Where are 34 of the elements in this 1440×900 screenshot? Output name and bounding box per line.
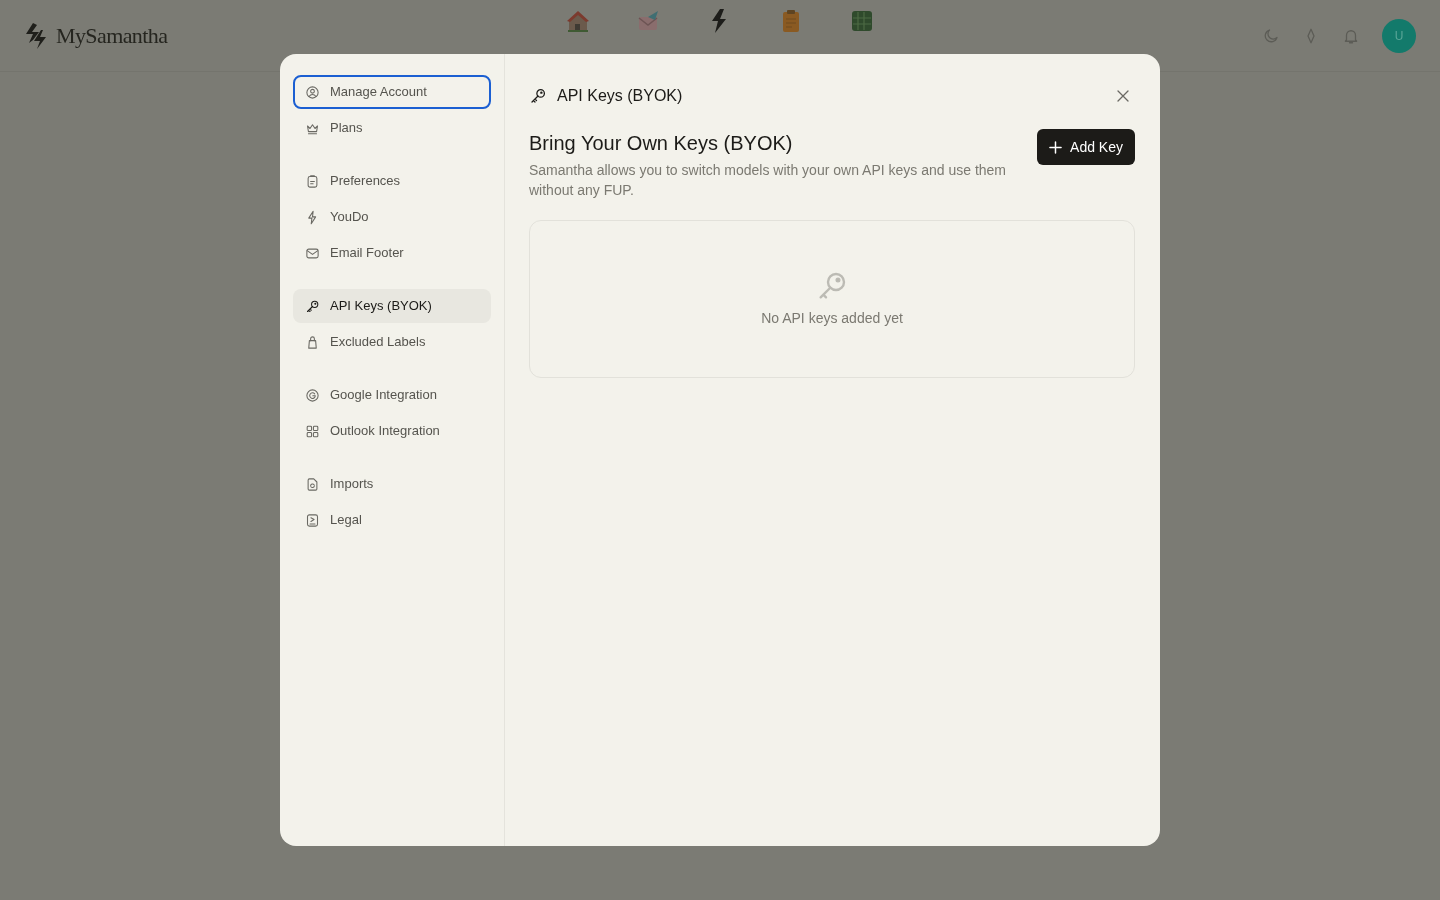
user-circle-icon <box>305 84 320 100</box>
empty-state-text: No API keys added yet <box>761 309 903 328</box>
key-icon <box>816 270 848 302</box>
sidebar-item[interactable]: Excluded Labels <box>293 325 491 359</box>
house-icon <box>565 8 591 34</box>
sidebar-item[interactable]: API Keys (BYOK) <box>293 289 491 323</box>
sidebar-item[interactable]: Legal <box>293 503 491 537</box>
sidebar-item[interactable]: Manage Account <box>293 75 491 109</box>
envelope-icon <box>305 245 320 261</box>
circled-g-icon <box>305 387 320 403</box>
sidebar-item[interactable]: Google Integration <box>293 378 491 412</box>
grid-board-icon <box>849 8 875 34</box>
section-description: Samantha allows you to switch models with your own API keys and use them without any FUP. <box>529 161 1007 200</box>
clipboard-icon <box>305 173 320 189</box>
sidebar-item[interactable]: Email Footer <box>293 236 491 270</box>
lightning-logo-icon <box>24 21 48 50</box>
close-icon <box>1117 90 1129 102</box>
key-icon <box>529 87 547 105</box>
key-icon <box>305 298 320 314</box>
moon-icon <box>1262 26 1280 45</box>
sidebar-item[interactable]: Imports <box>293 467 491 501</box>
sidebar-item[interactable]: Outlook Integration <box>293 414 491 448</box>
dialog-title: API Keys (BYOK) <box>557 86 683 106</box>
add-key-button[interactable]: Add Key <box>1037 129 1135 165</box>
sidebar-item[interactable]: YouDo <box>293 200 491 234</box>
plus-icon <box>1049 140 1063 154</box>
bag-icon <box>305 334 320 350</box>
section-heading: Bring Your Own Keys (BYOK) <box>529 131 794 156</box>
document-icon <box>305 512 320 528</box>
logo-text: MySamantha <box>56 22 168 50</box>
file-icon <box>305 476 320 492</box>
grid-icon <box>305 423 320 439</box>
sidebar-item[interactable]: Preferences <box>293 164 491 198</box>
sidebar-item[interactable]: Plans <box>293 111 491 145</box>
